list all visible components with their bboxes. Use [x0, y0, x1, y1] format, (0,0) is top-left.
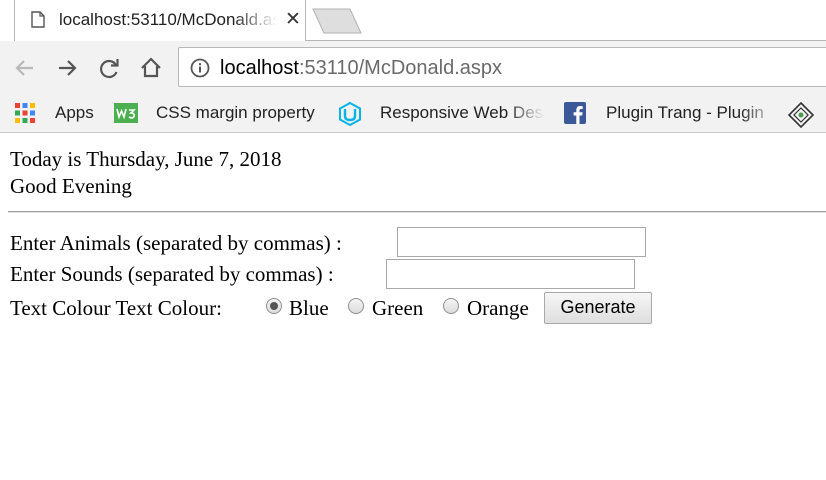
radio-blue[interactable]	[266, 298, 282, 314]
bookmarks-bar: Apps CSS margin property Responsive Web …	[0, 95, 826, 133]
home-button[interactable]	[136, 53, 166, 83]
tab-strip: localhost:53110/McDonald.aspx ✕	[0, 0, 826, 41]
greeting-text: Good Evening	[10, 174, 132, 198]
home-icon	[141, 57, 161, 78]
bookmark-label: CSS margin property	[156, 103, 315, 122]
browser-toolbar: localhost:53110/McDonald.aspx	[0, 41, 826, 95]
bookmark-plugin-trang[interactable]: Plugin Trang - Plugin	[564, 100, 780, 126]
colour-label: Text Colour Text Colour:	[10, 296, 222, 320]
close-icon[interactable]: ✕	[283, 8, 303, 32]
sounds-label: Enter Sounds (separated by commas) :	[10, 262, 334, 286]
apps-grid-icon	[14, 102, 36, 124]
reload-icon	[100, 59, 119, 79]
bookmark-label: Responsive Web Des	[380, 103, 544, 122]
date-text: Today is Thursday, June 7, 2018	[10, 147, 282, 171]
animals-input[interactable]	[397, 227, 646, 257]
info-icon[interactable]	[190, 58, 210, 78]
url-path: :53110/McDonald.aspx	[298, 57, 503, 79]
generate-button[interactable]: Generate	[544, 292, 652, 324]
radio-orange-label[interactable]: Orange	[467, 295, 529, 321]
animals-label: Enter Animals (separated by commas) :	[10, 231, 342, 255]
bookmark-label: Plugin Trang - Plugin	[606, 103, 764, 122]
page-icon	[31, 11, 45, 28]
w3-icon	[114, 102, 138, 124]
extension-diamond-icon	[787, 101, 815, 129]
reload-button[interactable]	[94, 53, 124, 83]
back-button[interactable]	[10, 53, 40, 83]
udacity-icon	[338, 101, 361, 127]
radio-blue-label[interactable]: Blue	[289, 295, 329, 321]
browser-tab[interactable]: localhost:53110/McDonald.aspx ✕	[14, 0, 306, 41]
back-arrow-icon	[15, 60, 33, 76]
url-text[interactable]: localhost:53110/McDonald.aspx	[220, 56, 502, 80]
bookmark-overflow[interactable]	[787, 100, 818, 129]
address-bar[interactable]: localhost:53110/McDonald.aspx	[178, 47, 826, 87]
radio-green-label[interactable]: Green	[372, 295, 423, 321]
bookmark-label: Apps	[55, 103, 94, 122]
sounds-input[interactable]	[386, 259, 635, 289]
facebook-icon	[564, 102, 586, 124]
new-tab-button[interactable]	[312, 8, 362, 34]
radio-green[interactable]	[348, 298, 364, 314]
forward-arrow-icon	[59, 60, 77, 76]
bookmark-apps[interactable]: Apps	[14, 100, 100, 126]
bookmark-responsive-web[interactable]: Responsive Web Des	[338, 100, 548, 127]
bookmark-css-margin[interactable]: CSS margin property	[114, 100, 324, 126]
page-content: Today is Thursday, June 7, 2018 Good Eve…	[0, 133, 826, 480]
tab-title: localhost:53110/McDonald.aspx	[59, 10, 277, 29]
url-host: localhost	[220, 57, 299, 79]
horizontal-rule	[8, 211, 826, 213]
radio-orange[interactable]	[443, 298, 459, 314]
forward-button[interactable]	[52, 53, 82, 83]
